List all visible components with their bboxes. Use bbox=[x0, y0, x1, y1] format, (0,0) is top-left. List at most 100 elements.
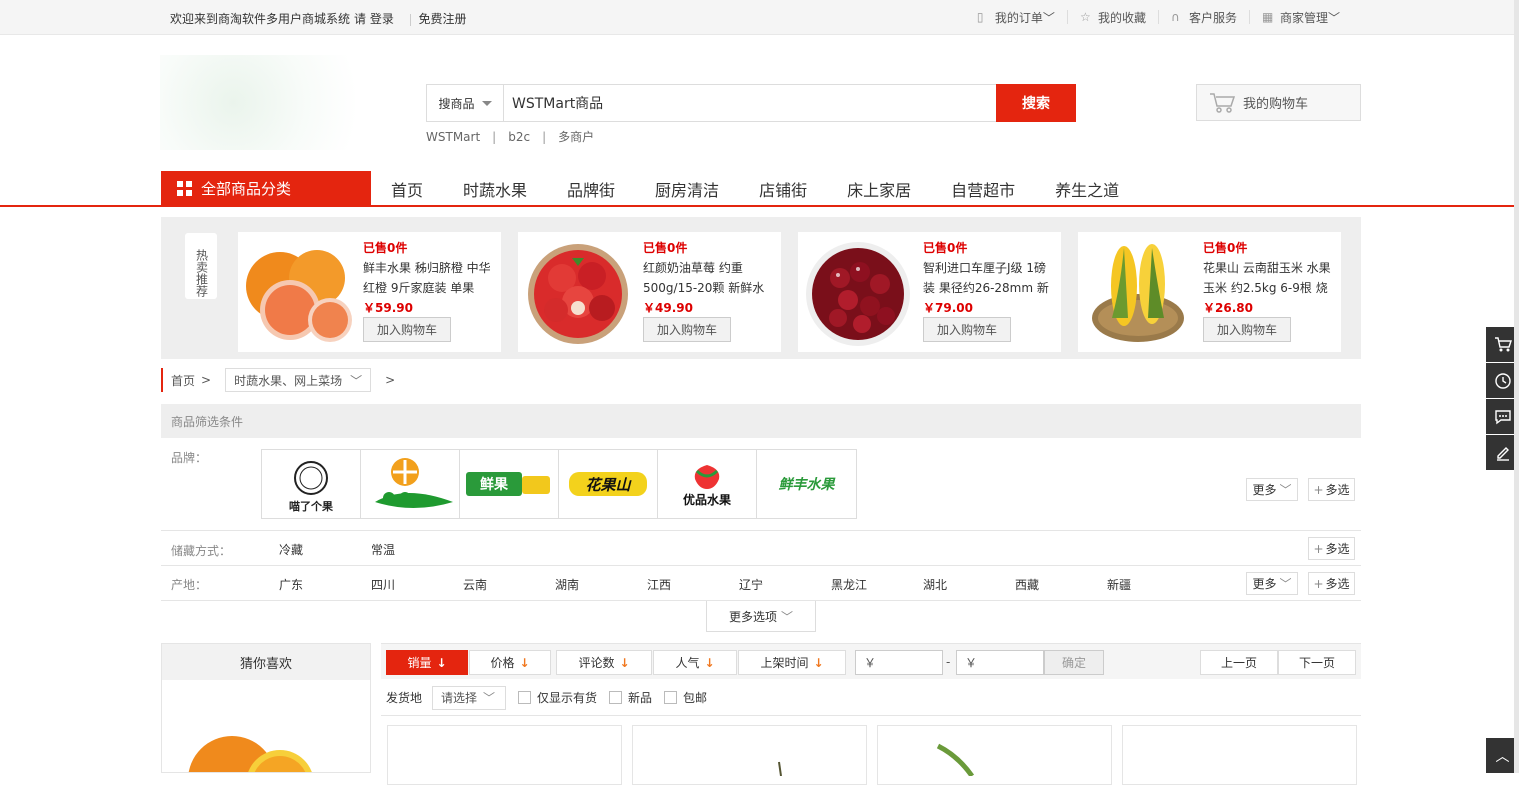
more-options-button[interactable]: 更多选项 ﹀ bbox=[706, 601, 816, 632]
brand-logo[interactable]: 优品水果 bbox=[658, 450, 757, 518]
search-button[interactable]: 搜索 bbox=[996, 84, 1076, 122]
add-to-cart-button[interactable]: 加入购物车 bbox=[1203, 317, 1291, 342]
price-max-input[interactable]: ￥ bbox=[956, 650, 1044, 675]
customer-service-link[interactable]: ∩ 客户服务 bbox=[1157, 10, 1249, 25]
nav-link-bedding[interactable]: 床上家居 bbox=[827, 177, 931, 201]
ship-from-select[interactable]: 请选择 ﹀ bbox=[432, 685, 507, 710]
in-stock-checkbox[interactable] bbox=[518, 691, 532, 704]
origin-multi-select-button[interactable]: + 多选 bbox=[1308, 572, 1355, 595]
origin-option[interactable]: 西藏 bbox=[1015, 576, 1107, 593]
next-page-button[interactable]: 下一页 bbox=[1278, 650, 1356, 675]
search-input[interactable] bbox=[504, 85, 996, 121]
page-scrollbar[interactable] bbox=[1514, 0, 1519, 773]
product-title[interactable]: 智利进口车厘子J级 1磅装 果径约26-28mm 新 bbox=[923, 258, 1055, 298]
origin-option[interactable]: 黑龙江 bbox=[831, 576, 923, 593]
hot-keywords: WSTMart | b2c | 多商户 bbox=[426, 128, 594, 145]
nav-link-shops[interactable]: 店铺街 bbox=[739, 177, 827, 201]
product-card[interactable] bbox=[1122, 725, 1357, 785]
free-ship-checkbox[interactable] bbox=[664, 691, 678, 704]
brand-logo[interactable]: 鲜果 bbox=[460, 450, 559, 518]
search-box: 搜商品 搜索 bbox=[426, 84, 1076, 122]
product-card[interactable] bbox=[387, 725, 622, 785]
product-card[interactable] bbox=[877, 725, 1112, 785]
add-to-cart-button[interactable]: 加入购物车 bbox=[643, 317, 731, 342]
product-thumbnail bbox=[778, 761, 782, 777]
hotword-link[interactable]: 多商户 bbox=[558, 130, 594, 144]
product-title[interactable]: 红颜奶油草莓 约重500g/15-20颗 新鲜水 bbox=[643, 258, 775, 298]
cart-button[interactable]: 我的购物车 bbox=[1196, 84, 1361, 121]
plus-icon: + bbox=[1313, 541, 1324, 556]
brand-logo[interactable]: 喵了个果 bbox=[262, 450, 361, 518]
arrow-down-icon: ↓ bbox=[813, 655, 824, 670]
breadcrumb-home[interactable]: 首页 bbox=[171, 372, 195, 389]
register-link[interactable]: 免费注册 bbox=[419, 12, 467, 26]
sort-listing-time-button[interactable]: 上架时间 ↓ bbox=[738, 650, 846, 675]
arrow-down-icon: ↓ bbox=[619, 655, 630, 670]
breadcrumb-category-dropdown[interactable]: 时蔬水果、网上菜场 ﹀ bbox=[225, 368, 372, 392]
breadcrumb-separator: > bbox=[385, 373, 396, 387]
origin-option[interactable]: 湖南 bbox=[555, 576, 647, 593]
origin-more-button[interactable]: 更多 ﹀ bbox=[1246, 572, 1298, 595]
nav-link-fruits[interactable]: 时蔬水果 bbox=[443, 177, 547, 201]
site-logo[interactable] bbox=[160, 55, 405, 150]
hot-product-card[interactable]: 已售0件 鲜丰水果 秭归脐橙 中华红橙 9斤家庭装 单果 ￥59.90 加入购物… bbox=[238, 232, 501, 352]
brand-logo-green-orange bbox=[375, 458, 453, 508]
hotword-link[interactable]: b2c bbox=[508, 130, 530, 144]
origin-option[interactable]: 广东 bbox=[279, 576, 371, 593]
sort-price-button[interactable]: 价格 ↓ bbox=[469, 650, 551, 675]
brand-logo[interactable] bbox=[361, 450, 460, 518]
storage-multi-select-button[interactable]: + 多选 bbox=[1308, 537, 1355, 560]
nav-link-health[interactable]: 养生之道 bbox=[1035, 177, 1139, 201]
hot-product-card[interactable]: 已售0件 智利进口车厘子J级 1磅装 果径约26-28mm 新 ￥79.00 加… bbox=[798, 232, 1061, 352]
add-to-cart-button[interactable]: 加入购物车 bbox=[923, 317, 1011, 342]
sort-reviews-button[interactable]: 评论数 ↓ bbox=[556, 650, 652, 675]
brand-multi-select-button[interactable]: + 多选 bbox=[1308, 478, 1355, 501]
nav-link-kitchen[interactable]: 厨房清洁 bbox=[635, 177, 739, 201]
origin-option[interactable]: 湖北 bbox=[923, 576, 1015, 593]
divider: | bbox=[542, 130, 547, 144]
add-to-cart-button[interactable]: 加入购物车 bbox=[363, 317, 451, 342]
sold-count: 已售0件 bbox=[363, 241, 408, 255]
product-card[interactable] bbox=[632, 725, 867, 785]
sort-label: 上架时间 bbox=[760, 656, 809, 670]
sort-sales-button[interactable]: 销量 ↓ bbox=[386, 650, 468, 675]
brand-more-button[interactable]: 更多 ﹀ bbox=[1246, 478, 1298, 501]
nav-link-home[interactable]: 首页 bbox=[371, 177, 443, 201]
brand-logo[interactable]: 鲜丰水果 bbox=[757, 450, 856, 518]
new-checkbox[interactable] bbox=[609, 691, 623, 704]
origin-option[interactable]: 云南 bbox=[463, 576, 555, 593]
hot-product-card[interactable]: 已售0件 红颜奶油草莓 约重500g/15-20颗 新鲜水 ￥49.90 加入购… bbox=[518, 232, 781, 352]
prev-page-button[interactable]: 上一页 bbox=[1200, 650, 1278, 675]
sort-popularity-button[interactable]: 人气 ↓ bbox=[653, 650, 737, 675]
origin-option[interactable]: 新疆 bbox=[1107, 576, 1199, 593]
cart-icon bbox=[1210, 92, 1235, 113]
hotword-link[interactable]: WSTMart bbox=[426, 130, 480, 144]
merchant-admin-menu[interactable]: ▦ 商家管理 ﹀ bbox=[1248, 10, 1352, 25]
my-orders-menu[interactable]: ▯ 我的订单 ﹀ bbox=[965, 10, 1067, 25]
ship-from-label: 发货地 bbox=[386, 691, 423, 705]
plus-icon: + bbox=[1313, 482, 1324, 497]
product-title[interactable]: 鲜丰水果 秭归脐橙 中华红橙 9斤家庭装 单果 bbox=[363, 258, 495, 298]
origin-option[interactable]: 江西 bbox=[647, 576, 739, 593]
storage-option[interactable]: 冷藏 bbox=[279, 541, 371, 558]
origin-option[interactable]: 四川 bbox=[371, 576, 463, 593]
my-favorites-link[interactable]: ☆ 我的收藏 bbox=[1066, 10, 1158, 25]
guess-product-image[interactable] bbox=[162, 680, 370, 785]
nav-link-brands[interactable]: 品牌街 bbox=[547, 177, 635, 201]
top-bar: 欢迎来到商淘软件多用户商城系统请 登录 免费注册 ▯ 我的订单 ﹀ ☆ 我的收藏… bbox=[0, 0, 1514, 35]
search-type-select[interactable]: 搜商品 bbox=[427, 85, 504, 121]
storage-option[interactable]: 常温 bbox=[371, 541, 463, 558]
all-categories-button[interactable]: 全部商品分类 bbox=[161, 171, 371, 206]
nav-link-supermarket[interactable]: 自营超市 bbox=[931, 177, 1035, 201]
login-link[interactable]: 请 登录 bbox=[354, 12, 394, 26]
origin-option[interactable]: 辽宁 bbox=[739, 576, 831, 593]
product-title[interactable]: 花果山 云南甜玉米 水果玉米 约2.5kg 6-9根 烧 bbox=[1203, 258, 1335, 298]
shipping-filter-bar: 发货地 请选择 ﹀ 仅显示有货 新品 包邮 bbox=[381, 680, 1361, 716]
price-min-input[interactable]: ￥ bbox=[855, 650, 943, 675]
history-icon bbox=[1494, 372, 1511, 389]
sold-count: 已售0件 bbox=[1203, 241, 1248, 255]
hot-product-card[interactable]: 已售0件 花果山 云南甜玉米 水果玉米 约2.5kg 6-9根 烧 ￥26.80… bbox=[1078, 232, 1341, 352]
origin-filter-row: 产地： 广东 四川 云南 湖南 江西 辽宁 黑龙江 湖北 西藏 新疆 更多 ﹀ … bbox=[161, 566, 1361, 601]
brand-logo[interactable]: 花果山 bbox=[559, 450, 658, 518]
price-confirm-button[interactable]: 确定 bbox=[1044, 650, 1104, 675]
